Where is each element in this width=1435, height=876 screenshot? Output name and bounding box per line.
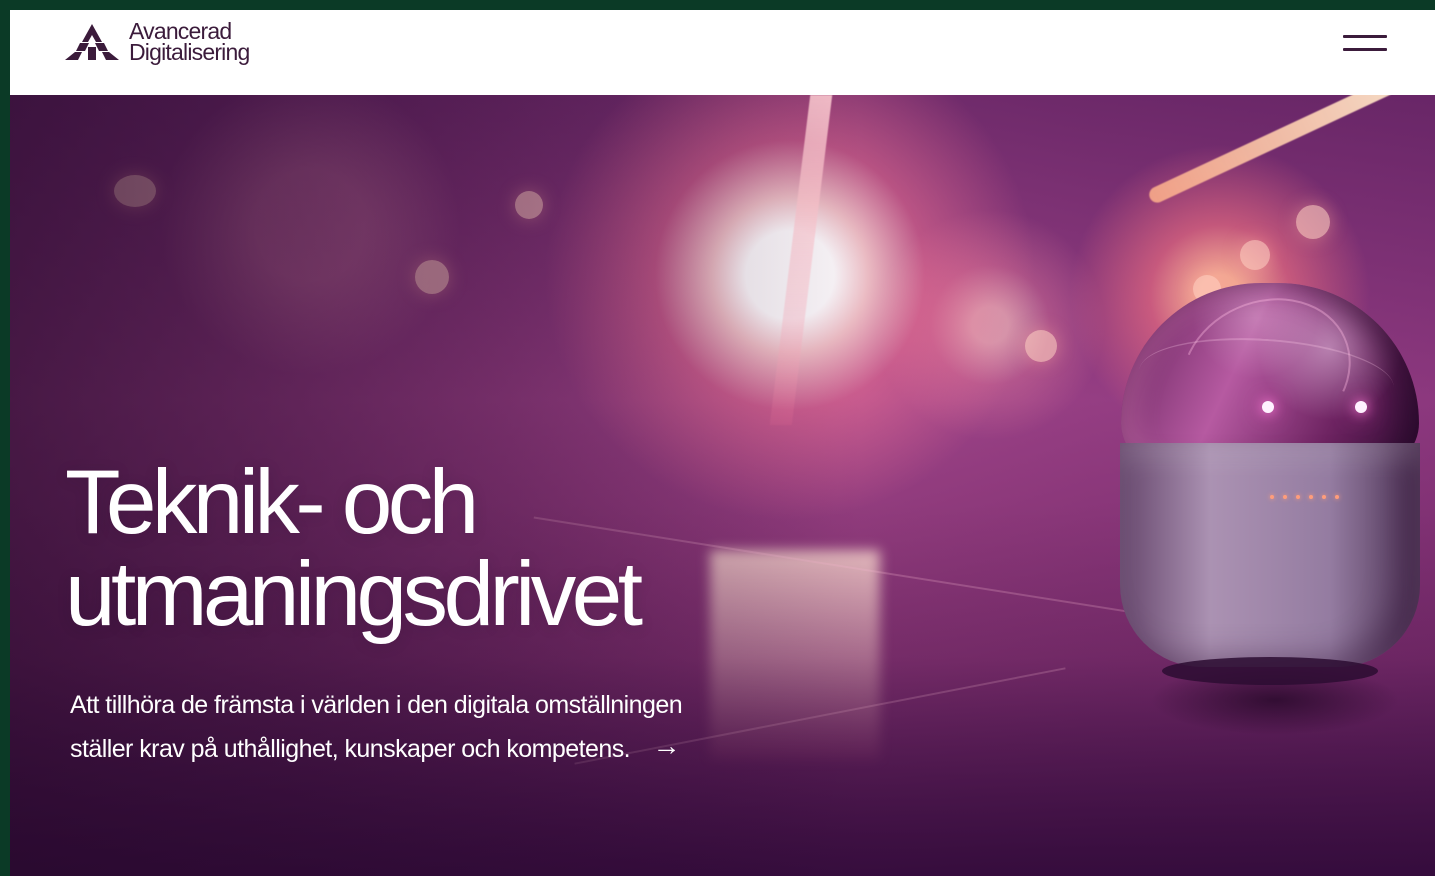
hero-section: Teknik- och utmaningsdrivet Att tillhöra…	[10, 95, 1435, 876]
home-logo-link[interactable]: Avancerad Digitalisering	[65, 20, 250, 65]
robot-indicator-light	[1309, 495, 1313, 499]
robot-indicator-light	[1283, 495, 1287, 499]
arrow-right-icon: →	[652, 730, 680, 761]
abstract-a-logo-icon	[65, 23, 119, 60]
robot-indicator-light	[1270, 495, 1274, 499]
hero-title-line-1: Teknik- och	[65, 452, 479, 553]
hero-bokeh-light	[1240, 240, 1270, 270]
main-menu-button[interactable]	[1343, 30, 1389, 60]
hero-bokeh-light	[114, 175, 156, 207]
hero-title-line-2: utmaningsdrivet	[65, 544, 643, 645]
hero-light-streak	[769, 95, 833, 425]
hamburger-menu-icon-top-line	[1343, 34, 1387, 38]
hamburger-menu-icon-bottom-line	[1343, 47, 1387, 51]
hero-bokeh-light	[415, 260, 449, 294]
hero-light-streak	[1146, 95, 1435, 206]
robot-base	[1162, 657, 1378, 685]
robot-right-eye	[1355, 401, 1367, 413]
robot-illustration	[1120, 283, 1420, 695]
arrow-right-icon-link[interactable]: →	[652, 732, 680, 760]
robot-indicator-lights	[1270, 495, 1339, 499]
browser-viewport: Avancerad Digitalisering Teknik- och utm…	[10, 10, 1435, 876]
robot-body	[1120, 443, 1420, 667]
site-header: Avancerad Digitalisering	[10, 10, 1435, 95]
brand-name-line-2: Digitalisering	[129, 39, 250, 65]
brand-wordmark: Avancerad Digitalisering	[129, 20, 250, 65]
hero-title: Teknik- och utmaningsdrivet	[65, 457, 785, 641]
hero-bokeh-light	[1025, 330, 1057, 362]
robot-glass-dome	[1121, 283, 1419, 468]
hero-bokeh-light	[515, 191, 543, 219]
robot-indicator-light	[1322, 495, 1326, 499]
hero-copy: Teknik- och utmaningsdrivet Att tillhöra…	[65, 457, 785, 771]
robot-indicator-light	[1335, 495, 1339, 499]
robot-indicator-light	[1296, 495, 1300, 499]
hero-bokeh-light	[1296, 205, 1330, 239]
hero-description: Att tillhöra de främsta i världen i den …	[70, 683, 690, 771]
robot-left-eye	[1262, 401, 1274, 413]
hero-description-text: Att tillhöra de främsta i världen i den …	[70, 691, 683, 763]
